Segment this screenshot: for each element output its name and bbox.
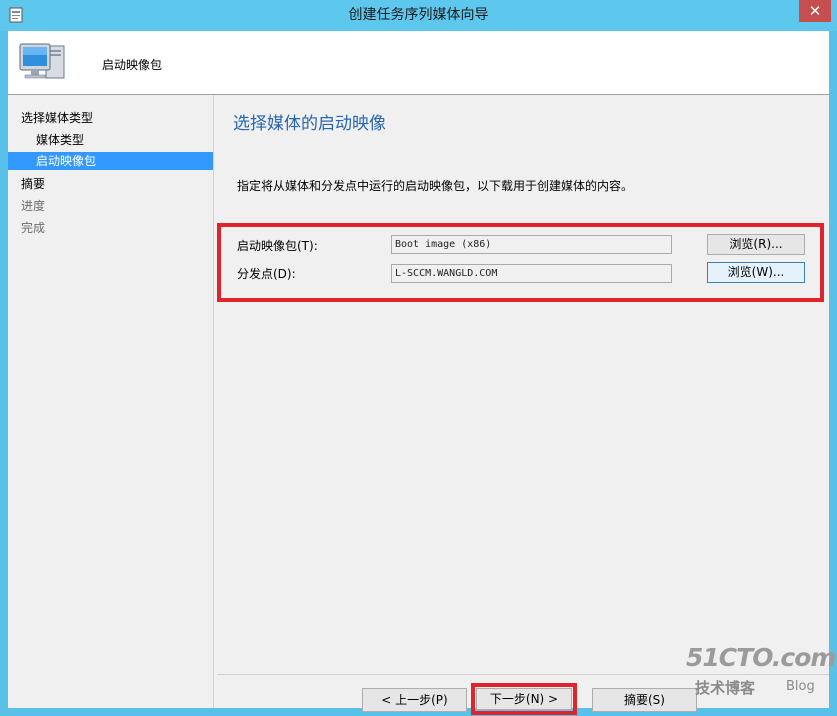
browse-distribution-point-button[interactable]: 浏览(W)... — [707, 262, 805, 283]
header-title: 启动映像包 — [102, 58, 163, 72]
window-title: 创建任务序列媒体向导 — [348, 7, 489, 23]
step-completion: 完成 — [21, 221, 46, 235]
browse-boot-image-button[interactable]: 浏览(R)... — [707, 234, 805, 255]
step-boot-image-package-label: 启动映像包 — [36, 154, 97, 168]
step-boot-image-package[interactable]: 启动映像包 — [8, 152, 213, 170]
step-progress: 进度 — [21, 199, 46, 213]
page-description: 指定将从媒体和分发点中运行的启动映像包，以下载用于创建媒体的内容。 — [237, 179, 634, 193]
boot-image-field[interactable]: Boot image (x86) — [391, 235, 672, 254]
footer-divider — [217, 674, 829, 675]
summary-button[interactable]: 摘要(S) — [592, 688, 697, 712]
page-title: 选择媒体的启动映像 — [233, 114, 386, 134]
computer-icon — [19, 43, 65, 79]
step-summary[interactable]: 摘要 — [21, 175, 45, 193]
step-media-type[interactable]: 媒体类型 — [36, 131, 84, 149]
close-button[interactable]: ✕ — [799, 0, 831, 22]
next-button[interactable]: 下一步(N) > — [476, 688, 572, 710]
step-select-media-type[interactable]: 选择媒体类型 — [21, 109, 93, 127]
boot-image-label: 启动映像包(T): — [237, 239, 318, 253]
wizard-header: 启动映像包 — [8, 31, 829, 95]
previous-button[interactable]: < 上一步(P) — [362, 688, 467, 712]
wizard-window: 创建任务序列媒体向导 ✕ 启动映像包 选择媒体类型 媒体类型 启动映像包 摘要 … — [0, 0, 837, 716]
distribution-point-label: 分发点(D): — [237, 267, 296, 281]
distribution-point-field[interactable]: L-SCCM.WANGLD.COM — [391, 264, 672, 283]
title-bar[interactable]: 创建任务序列媒体向导 ✕ — [0, 0, 837, 31]
close-icon: ✕ — [808, 2, 822, 20]
wizard-client-area: 启动映像包 选择媒体类型 媒体类型 启动映像包 摘要 进度 完成 选择媒体的启动… — [8, 31, 829, 715]
wizard-main-panel: 选择媒体的启动映像 指定将从媒体和分发点中运行的启动映像包，以下载用于创建媒体的… — [215, 95, 829, 715]
wizard-steps-sidebar: 选择媒体类型 媒体类型 启动映像包 摘要 进度 完成 — [8, 95, 214, 708]
